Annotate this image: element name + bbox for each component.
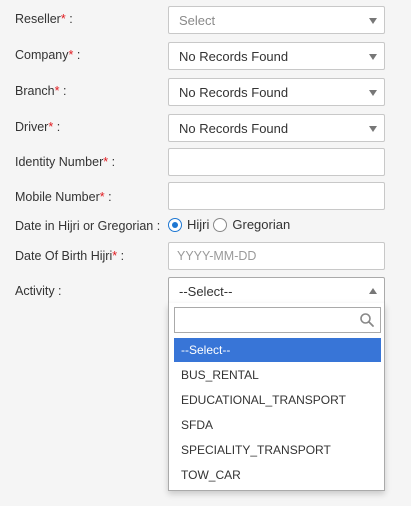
activity-select-value: --Select-- xyxy=(179,284,233,299)
activity-label: Activity : xyxy=(15,284,62,298)
gregorian-radio[interactable] xyxy=(213,217,228,232)
activity-dropdown: --Select-- BUS_RENTAL EDUCATIONAL_TRANSP… xyxy=(168,303,385,491)
company-select[interactable]: No Records Found xyxy=(168,42,385,70)
company-select-value: No Records Found xyxy=(179,49,289,64)
branch-select-value: No Records Found xyxy=(179,85,289,100)
activity-option-educational-transport[interactable]: EDUCATIONAL_TRANSPORT xyxy=(174,388,381,412)
company-label: Company* : xyxy=(15,48,81,62)
activity-option-speciality-transport[interactable]: SPECIALITY_TRANSPORT xyxy=(174,438,381,462)
activity-select[interactable]: --Select-- xyxy=(168,277,385,305)
reseller-label: Reseller* : xyxy=(15,12,73,26)
caret-down-icon xyxy=(369,90,377,96)
gregorian-radio-label[interactable]: Gregorian xyxy=(232,217,290,232)
reseller-select-value: Select xyxy=(179,13,216,28)
reseller-select[interactable]: Select xyxy=(168,6,385,34)
caret-down-icon xyxy=(369,126,377,132)
mobile-number-input[interactable] xyxy=(168,182,385,210)
caret-down-icon xyxy=(369,18,377,24)
driver-select-value: No Records Found xyxy=(179,121,289,136)
dob-hijri-input[interactable] xyxy=(168,242,385,270)
activity-option-bus-rental[interactable]: BUS_RENTAL xyxy=(174,363,381,387)
driver-select[interactable]: No Records Found xyxy=(168,114,385,142)
identity-number-label: Identity Number* : xyxy=(15,155,116,169)
activity-option-sfda[interactable]: SFDA xyxy=(174,413,381,437)
activity-search-box[interactable] xyxy=(174,307,381,333)
driver-label: Driver* : xyxy=(15,120,61,134)
activity-search-input[interactable] xyxy=(175,308,355,332)
branch-label: Branch* : xyxy=(15,84,67,98)
hijri-radio-label[interactable]: Hijri xyxy=(187,217,209,232)
caret-down-icon xyxy=(369,54,377,60)
mobile-number-label: Mobile Number* : xyxy=(15,190,112,204)
hijri-radio[interactable] xyxy=(168,217,182,232)
branch-select[interactable]: No Records Found xyxy=(168,78,385,106)
date-type-radio-group: Hijri Gregorian xyxy=(168,217,294,232)
caret-up-icon xyxy=(369,288,377,294)
activity-option-tow-car[interactable]: TOW_CAR xyxy=(174,463,381,487)
search-icon xyxy=(360,313,374,327)
dob-hijri-label: Date Of Birth Hijri* : xyxy=(15,249,125,263)
date-type-label: Date in Hijri or Gregorian : xyxy=(15,219,161,233)
identity-number-input[interactable] xyxy=(168,148,385,176)
activity-option-select[interactable]: --Select-- xyxy=(174,338,381,362)
